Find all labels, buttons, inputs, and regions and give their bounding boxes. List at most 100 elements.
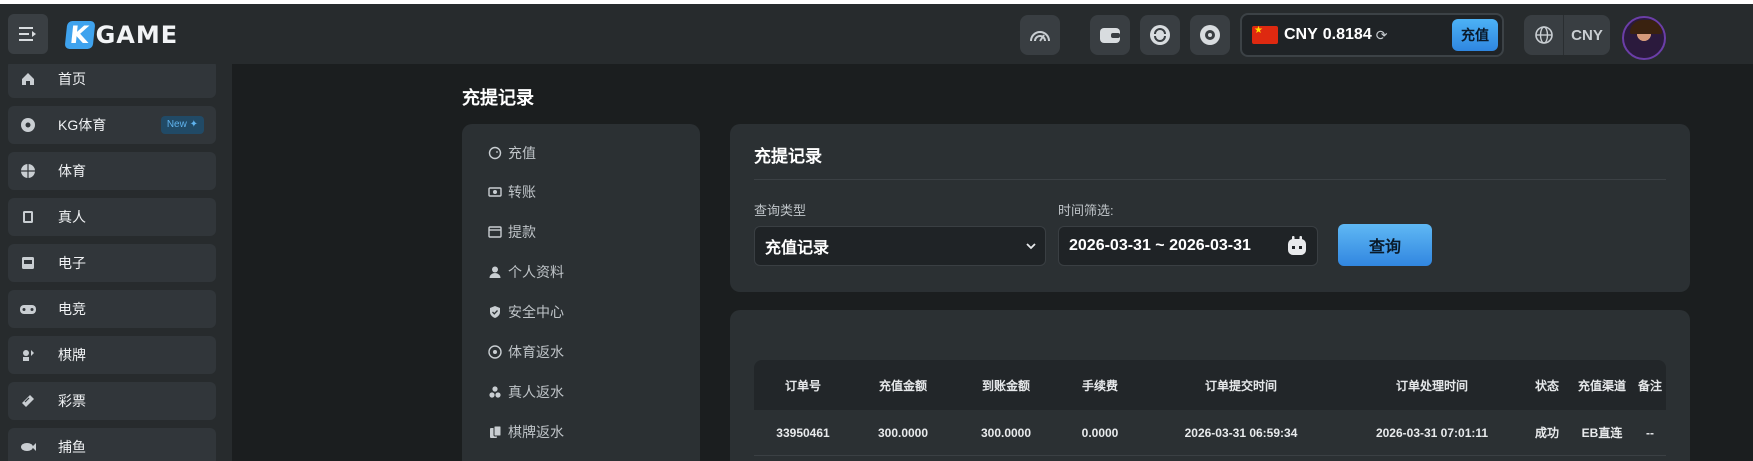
menu-item-withdraw[interactable]: 提款 (488, 222, 536, 242)
column-header: 状态 (1534, 378, 1559, 393)
refresh-button[interactable] (1140, 15, 1180, 55)
page-title: 充提记录 (462, 88, 534, 108)
slot-machine-icon (8, 255, 48, 271)
transfer-icon (488, 185, 502, 199)
withdraw-icon (488, 225, 502, 239)
table-header: 订单号 充值金额 到账金额 手续费 订单提交时间 订单处理时间 状态 充值渠道 … (754, 360, 1666, 410)
menu-item-label: 真人返水 (508, 384, 564, 400)
process-time-cell: 2026-03-31 07:01:11 (1375, 425, 1489, 440)
lottery-ticket-icon (8, 393, 48, 409)
piggy-bank-icon (488, 146, 502, 160)
speedometer-icon (1030, 31, 1050, 42)
sidebar-item-label: 电子 (58, 255, 86, 271)
support-button[interactable] (1190, 15, 1230, 55)
menu-toggle-button[interactable] (8, 14, 48, 54)
menu-item-profile[interactable]: 个人资料 (488, 262, 564, 282)
menu-item-sports-rebate[interactable]: 体育返水 (488, 342, 564, 362)
submit-time-cell: 2026-03-31 06:59:34 (1184, 425, 1298, 440)
sidebar-item-chess[interactable]: 棋牌 (8, 336, 216, 374)
time-filter-label: 时间筛选: (1058, 203, 1114, 218)
sidebar-item-live-casino[interactable]: 真人 (8, 198, 216, 236)
sidebar-item-sports[interactable]: 体育 (8, 152, 216, 190)
column-header: 手续费 (1081, 378, 1118, 393)
logo-text: GAME (95, 21, 179, 49)
refresh-circle-icon (1150, 25, 1170, 45)
sidebar-item-fishing[interactable]: 捕鱼 (8, 428, 216, 461)
menu-item-deposit[interactable]: 充值 (488, 143, 536, 163)
sidebar-item-kg-sports[interactable]: KG体育 New ✦ (8, 106, 216, 144)
wallet-icon (1100, 28, 1120, 43)
user-icon (488, 265, 502, 279)
logo-mark: K (64, 21, 96, 49)
wallet-currency: CNY (1284, 26, 1318, 43)
menu-item-label: 安全中心 (508, 304, 564, 320)
menu-item-label: 体育返水 (508, 344, 564, 360)
soccer-ball-icon (488, 345, 502, 359)
query-type-select[interactable]: 充值记录 (754, 226, 1046, 266)
chess-icon (8, 347, 48, 363)
user-center-menu: 充值 转账 提款 个人资料 安全中心 体育返水 真人返水 棋牌返水 (462, 124, 700, 461)
menu-item-security[interactable]: 安全中心 (488, 302, 564, 322)
filter-panel: 充提记录 查询类型 时间筛选: 充值记录 2026-03-31 ~ 2026-0… (730, 124, 1690, 292)
menu-item-label: 个人资料 (508, 264, 564, 280)
divider (754, 179, 1666, 180)
query-type-value: 充值记录 (765, 240, 830, 257)
query-button[interactable]: 查询 (1338, 224, 1432, 266)
fee-cell: 0.0000 (1081, 425, 1119, 440)
menu-item-label: 充值 (508, 145, 536, 161)
logo[interactable]: K GAME (64, 20, 179, 50)
cards-icon (8, 209, 48, 225)
calendar-icon (1287, 236, 1307, 261)
sidebar-item-esports[interactable]: 电竞 (8, 290, 216, 328)
balance-refresh-icon[interactable]: ⟳ (1376, 27, 1388, 44)
fish-icon (8, 440, 48, 454)
customer-service-icon (1200, 25, 1220, 45)
sidebar: 首页 KG体育 New ✦ 体育 真人 电子 电竞 棋牌 彩票 捕鱼 (0, 64, 232, 461)
sidebar-item-label: 捕鱼 (58, 439, 86, 455)
note-cell: -- (1646, 425, 1654, 440)
sidebar-item-label: 棋牌 (58, 347, 86, 363)
records-table-panel: 订单号 充值金额 到账金额 手续费 订单提交时间 订单处理时间 状态 充值渠道 … (730, 310, 1690, 461)
chips-icon (488, 385, 502, 399)
wallet-balance: 0.8184 (1322, 26, 1372, 43)
sidebar-item-label: KG体育 (58, 117, 107, 133)
menu-item-live-rebate[interactable]: 真人返水 (488, 382, 564, 402)
deposit-button[interactable]: 充值 (1452, 19, 1498, 51)
channel-cell: EB直连 (1581, 426, 1623, 440)
gamepad-icon (8, 302, 48, 316)
globe-icon (1524, 15, 1564, 55)
avatar[interactable] (1622, 16, 1666, 60)
date-range-value: 2026-03-31 ~ 2026-03-31 (1069, 237, 1251, 254)
column-header: 充值金额 (878, 378, 927, 393)
sidebar-item-slots[interactable]: 电子 (8, 244, 216, 282)
speed-button[interactable] (1020, 15, 1060, 55)
shield-icon (488, 305, 502, 319)
sidebar-item-lottery[interactable]: 彩票 (8, 382, 216, 420)
basketball-icon (8, 163, 48, 179)
sidebar-item-label: 真人 (58, 209, 86, 225)
sidebar-item-label: 彩票 (58, 393, 86, 409)
wallet-button[interactable] (1090, 15, 1130, 55)
column-header: 订单处理时间 (1395, 378, 1468, 393)
wallet-balance-box: CNY 0.8184 ⟳ 充值 (1240, 13, 1504, 57)
sidebar-item-label: 首页 (58, 71, 86, 87)
soccer-ball-icon (8, 117, 48, 133)
table-row: 33950461 300.0000 300.0000 0.0000 2026-0… (754, 410, 1666, 456)
order-id-cell: 33950461 (776, 425, 830, 440)
new-badge: New ✦ (160, 116, 204, 134)
china-flag-icon (1252, 25, 1278, 44)
date-range-picker[interactable]: 2026-03-31 ~ 2026-03-31 (1058, 226, 1318, 266)
cards-icon (488, 425, 502, 439)
menu-item-chess-rebate[interactable]: 棋牌返水 (488, 422, 564, 442)
sidebar-item-label: 体育 (58, 163, 86, 179)
language-currency-selector[interactable]: CNY (1524, 15, 1610, 55)
chevron-down-icon (1025, 239, 1037, 257)
top-bar: KGAME CNY 0.8184 ⟳ 充值 (0, 4, 1753, 64)
menu-item-label: 转账 (508, 184, 536, 200)
column-header: 订单提交时间 (1204, 378, 1277, 393)
column-header: 充值渠道 (1577, 378, 1626, 393)
menu-item-transfer[interactable]: 转账 (488, 182, 536, 202)
sidebar-item-home[interactable]: 首页 (8, 64, 216, 98)
column-header: 到账金额 (981, 378, 1030, 393)
query-type-label: 查询类型 (754, 203, 807, 218)
